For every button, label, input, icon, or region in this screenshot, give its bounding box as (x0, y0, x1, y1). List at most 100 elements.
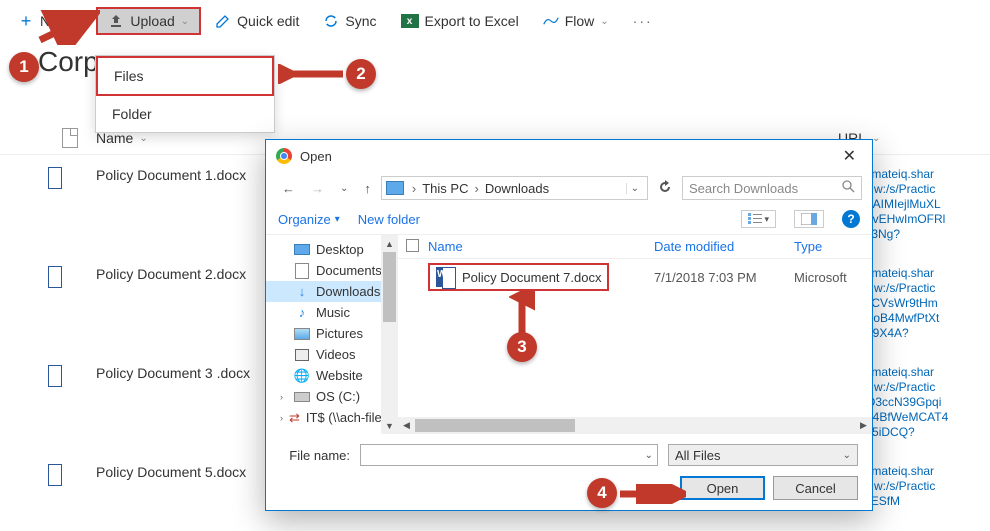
pictures-icon (294, 327, 310, 341)
new-folder-button[interactable]: New folder (358, 212, 420, 227)
upload-icon (108, 13, 124, 29)
videos-icon (294, 348, 310, 362)
tree-item[interactable]: ↓Downloads (266, 281, 397, 302)
command-bar: + New ⌄ Upload ⌄ Quick edit Sync x Expor… (0, 0, 990, 42)
breadcrumb[interactable]: This PC Downloads ⌄ (381, 176, 648, 200)
scroll-thumb[interactable] (415, 419, 575, 432)
download-icon: ↓ (294, 285, 310, 299)
sync-icon (323, 13, 339, 29)
file-entry-highlighted: Policy Document 7.docx (428, 263, 609, 291)
file-name: Policy Document 1.docx (96, 167, 256, 183)
folder-tree: DesktopDocuments↓Downloads♪MusicPictures… (266, 235, 398, 432)
help-button[interactable]: ? (842, 210, 860, 228)
more-button[interactable]: ··· (623, 7, 663, 35)
caret-icon: › (280, 392, 288, 402)
drive-icon (294, 390, 310, 404)
chevron-down-icon[interactable]: ⌄ (645, 450, 653, 461)
filename-input[interactable]: ⌄ (360, 444, 658, 466)
col-type[interactable]: Type (794, 239, 864, 254)
annotation-badge-3: 3 (507, 332, 537, 362)
col-name[interactable]: Name (428, 239, 654, 254)
upload-menu-folder[interactable]: Folder (96, 96, 274, 132)
scroll-thumb[interactable] (383, 252, 396, 322)
file-h-scrollbar[interactable]: ◀ ▶ (398, 417, 872, 434)
cancel-button[interactable]: Cancel (773, 476, 858, 500)
website-icon: 🌐 (294, 369, 310, 383)
annotation-arrow-1 (30, 10, 100, 45)
up-button[interactable]: ↑ (358, 179, 377, 198)
organize-button[interactable]: Organize ▾ (278, 212, 340, 227)
chevron-down-icon[interactable]: ⌄ (626, 183, 643, 194)
file-list-pane: Name Date modified Type Policy Document … (398, 235, 872, 434)
chevron-down-icon: ⌄ (872, 133, 880, 144)
chevron-down-icon: ⌄ (843, 450, 851, 461)
dialog-footer: File name: ⌄ All Files ⌄ Open Cancel (266, 434, 872, 510)
sync-label: Sync (345, 13, 376, 29)
upload-menu-files[interactable]: Files (96, 56, 274, 96)
list-view-icon (748, 213, 762, 225)
scroll-left-icon[interactable]: ◀ (398, 417, 415, 434)
export-excel-button[interactable]: x Export to Excel (391, 7, 529, 35)
filename-label: File name: (280, 448, 350, 463)
export-label: Export to Excel (425, 13, 519, 29)
docfolder-icon (294, 264, 310, 278)
desktop-icon (294, 243, 310, 257)
flow-button[interactable]: Flow ⌄ (533, 7, 619, 35)
dialog-nav: ← → ⌄ ↑ This PC Downloads ⌄ Search Downl… (266, 172, 872, 204)
annotation-badge-2: 2 (346, 59, 376, 89)
scroll-down-icon[interactable]: ▼ (381, 417, 398, 434)
quick-edit-button[interactable]: Quick edit (205, 7, 309, 35)
word-icon (436, 267, 456, 287)
tree-item[interactable]: ›OS (C:) (266, 386, 397, 407)
dialog-titlebar: Open ✕ (266, 140, 872, 172)
tree-item[interactable]: 🌐Website (266, 365, 397, 386)
excel-icon: x (401, 14, 419, 28)
recent-dropdown[interactable]: ⌄ (334, 181, 354, 196)
caret-icon: › (280, 413, 283, 423)
annotation-arrow-2 (278, 64, 348, 84)
annotation-arrow-3 (509, 291, 535, 337)
dialog-toolbar: Organize ▾ New folder ▾ ? (266, 204, 872, 235)
file-type-icon (62, 128, 78, 148)
col-date[interactable]: Date modified (654, 239, 794, 254)
chrome-icon (276, 148, 292, 164)
file-open-dialog: Open ✕ ← → ⌄ ↑ This PC Downloads ⌄ Searc… (265, 139, 873, 511)
tree-item[interactable]: Documents (266, 260, 397, 281)
flow-icon (543, 13, 559, 29)
this-pc-icon (386, 181, 404, 195)
sync-button[interactable]: Sync (313, 7, 386, 35)
tree-item[interactable]: Videos (266, 344, 397, 365)
search-input[interactable]: Search Downloads (682, 176, 862, 200)
close-icon[interactable]: ✕ (837, 146, 862, 166)
search-icon (842, 180, 855, 196)
scroll-right-icon[interactable]: ▶ (855, 417, 872, 434)
tree-item[interactable]: Desktop (266, 239, 397, 260)
select-all-checkbox[interactable] (406, 239, 419, 252)
quick-edit-label: Quick edit (237, 13, 299, 29)
open-button[interactable]: Open (680, 476, 765, 500)
view-mode-button[interactable]: ▾ (741, 210, 776, 228)
refresh-button[interactable] (652, 180, 678, 197)
tree-item[interactable]: ›⇄IT$ (\\ach-file1) (266, 407, 397, 428)
net-icon: ⇄ (289, 411, 300, 425)
preview-pane-icon (801, 213, 817, 225)
preview-pane-button[interactable] (794, 210, 824, 228)
scroll-up-icon[interactable]: ▲ (381, 235, 398, 252)
pencil-icon (215, 13, 231, 29)
annotation-arrow-4 (616, 484, 686, 504)
tree-item[interactable]: Pictures (266, 323, 397, 344)
file-name: Policy Document 2.docx (96, 266, 256, 282)
back-button[interactable]: ← (276, 179, 301, 198)
tree-scrollbar[interactable]: ▲ ▼ (381, 235, 398, 434)
file-list-header: Name Date modified Type (398, 235, 872, 259)
upload-label: Upload (130, 13, 174, 29)
tree-item[interactable]: ♪Music (266, 302, 397, 323)
upload-menu: Files Folder (95, 55, 275, 133)
annotation-badge-1: 1 (9, 52, 39, 82)
flow-label: Flow (565, 13, 595, 29)
chevron-down-icon: ⌄ (600, 16, 608, 27)
forward-button[interactable]: → (305, 179, 330, 198)
file-row[interactable]: Policy Document 7.docx 7/1/2018 7:03 PM … (398, 259, 872, 295)
file-type-filter[interactable]: All Files ⌄ (668, 444, 858, 466)
upload-button[interactable]: Upload ⌄ (96, 7, 201, 35)
